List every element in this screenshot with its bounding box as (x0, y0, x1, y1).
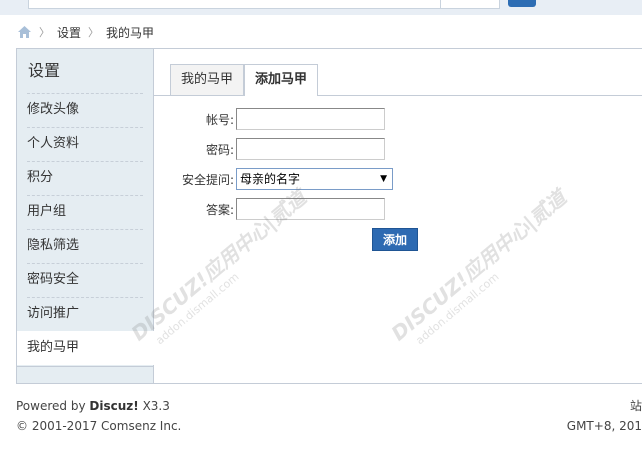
question-row: 安全提问: 母亲的名字 ▼ (162, 168, 393, 190)
password-field[interactable] (236, 138, 385, 160)
top-header (0, 0, 642, 15)
sidebar-item-avatar[interactable]: 修改头像 (17, 93, 153, 127)
footer-brand-link[interactable]: Discuz! (89, 399, 138, 413)
dropdown-arrow-icon: ▼ (380, 174, 387, 184)
settings-panel: 设置 修改头像 个人资料 积分 用户组 隐私筛选 密码安全 访问推广 我的马甲 … (16, 48, 642, 384)
account-row: 帐号: (162, 108, 385, 130)
sidebar-divider (17, 366, 153, 367)
breadcrumb-separator: 〉 (88, 26, 100, 39)
sidebar-title: 设置 (28, 61, 61, 80)
footer-timezone: GMT+8, 201 (566, 419, 642, 433)
tab-add-vest[interactable]: 添加马甲 (244, 64, 319, 96)
breadcrumb-separator: 〉 (39, 26, 50, 39)
home-icon[interactable] (17, 25, 32, 39)
breadcrumb-item-current[interactable]: 我的马甲 (106, 24, 154, 41)
sidebar-item-credits[interactable]: 积分 (17, 161, 153, 195)
search-input[interactable] (28, 0, 442, 9)
footer-site-link[interactable]: 站 (567, 396, 642, 416)
answer-label: 答案: (205, 202, 234, 217)
main-content: 我的马甲 添加马甲 帐号: 密码: 安全提问: 母亲的名字 ▼ 答案: 添加 D… (127, 49, 642, 383)
footer-info: Powered by Discuz! X3.3 © 2001-2017 Coms… (16, 396, 181, 436)
sidebar-item-privacy[interactable]: 隐私筛选 (17, 229, 153, 263)
tab-bar: 我的马甲 添加马甲 (154, 64, 642, 96)
sidebar-item-password-security[interactable]: 密码安全 (17, 263, 153, 297)
search-button[interactable] (508, 0, 536, 7)
tab-my-vests[interactable]: 我的马甲 (170, 64, 245, 95)
footer-version: X3.3 (142, 399, 170, 413)
footer-copyright: © 2001-2017 Comsenz Inc. (16, 419, 182, 433)
watermark: DISCUZ!应用中心|贰道 addon.dismall.com (386, 185, 571, 348)
footer-powered-prefix: Powered by (16, 399, 86, 413)
sidebar-item-usergroup[interactable]: 用户组 (17, 195, 153, 229)
password-label: 密码: (205, 142, 234, 157)
account-label: 帐号: (205, 112, 234, 127)
account-field[interactable] (236, 108, 385, 130)
sidebar-item-profile[interactable]: 个人资料 (17, 127, 153, 161)
footer-right: 站 GMT+8, 201 (567, 396, 642, 436)
question-label: 安全提问: (181, 172, 234, 187)
search-type-select[interactable] (440, 0, 500, 9)
breadcrumb-item-settings[interactable]: 设置 (57, 24, 81, 41)
security-question-select[interactable]: 母亲的名字 ▼ (236, 168, 393, 190)
breadcrumb: 〉 设置 〉 我的马甲 (17, 23, 154, 41)
password-row: 密码: (162, 138, 385, 160)
add-button[interactable]: 添加 (372, 228, 418, 251)
